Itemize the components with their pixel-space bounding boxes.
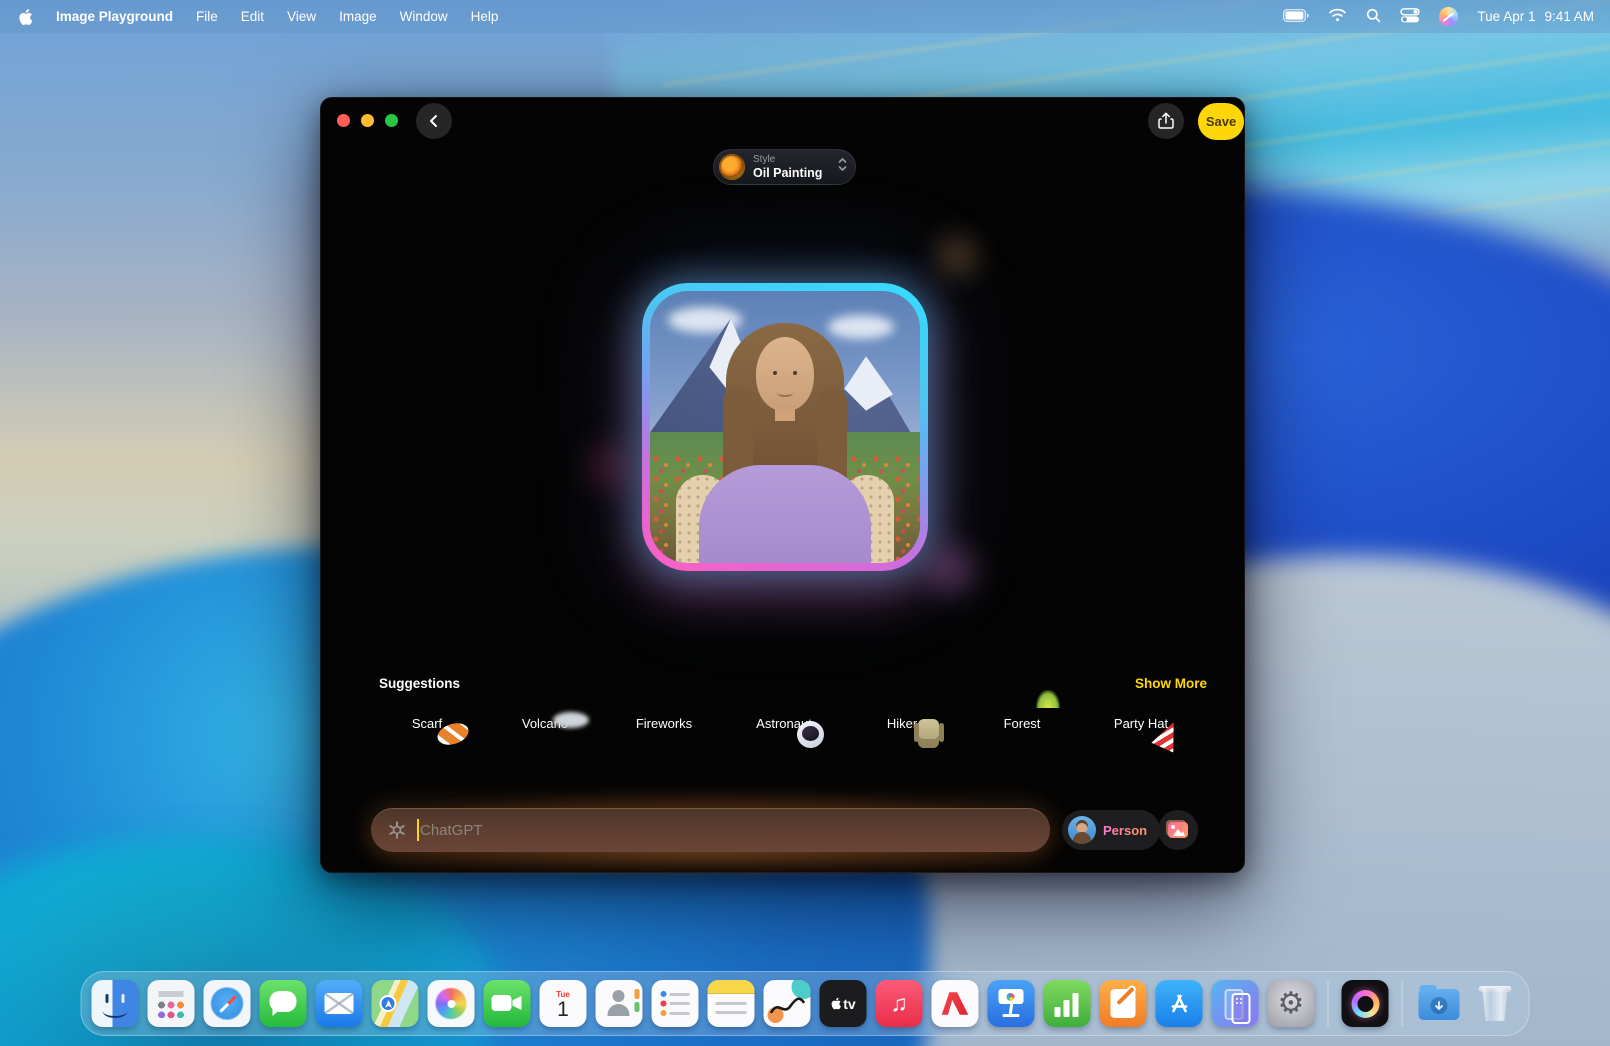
dock-downloads-icon[interactable] bbox=[1416, 980, 1463, 1027]
dock-trash-icon[interactable] bbox=[1472, 980, 1519, 1027]
generated-image-frame bbox=[642, 283, 928, 571]
dock-launchpad-icon[interactable] bbox=[148, 980, 195, 1027]
share-icon bbox=[1158, 112, 1174, 130]
woman-face bbox=[756, 337, 814, 411]
style-picker-label: Style bbox=[753, 154, 830, 166]
menu-app-name[interactable]: Image Playground bbox=[56, 9, 173, 24]
dock-photos-icon[interactable] bbox=[428, 980, 475, 1027]
menu-help[interactable]: Help bbox=[471, 9, 499, 24]
suggestion-scarf[interactable]: Scarf bbox=[377, 708, 477, 731]
photo-picker-button[interactable] bbox=[1158, 810, 1198, 850]
menu-clock[interactable]: Tue Apr 1 9:41 AM bbox=[1477, 9, 1594, 24]
dock-iphone-mirroring-icon[interactable] bbox=[1212, 980, 1259, 1027]
suggestion-astronaut[interactable]: Astronaut bbox=[734, 708, 834, 731]
search-icon[interactable] bbox=[1366, 8, 1381, 26]
menu-view[interactable]: View bbox=[287, 9, 316, 24]
menu-edit[interactable]: Edit bbox=[241, 9, 264, 24]
dock-finder-icon[interactable] bbox=[92, 980, 139, 1027]
suggestion-hiker[interactable]: Hiker bbox=[852, 708, 952, 731]
suggestion-party-hat[interactable]: Party Hat bbox=[1091, 708, 1191, 731]
dock-app-store-icon[interactable] bbox=[1156, 980, 1203, 1027]
dock-safari-icon[interactable] bbox=[204, 980, 251, 1027]
back-button[interactable] bbox=[416, 103, 452, 139]
window-close-button[interactable] bbox=[337, 114, 350, 127]
chatgpt-icon bbox=[387, 820, 407, 840]
dock-divider bbox=[1402, 981, 1403, 1027]
suggestion-forest[interactable]: Forest bbox=[972, 708, 1072, 731]
suggestion-fireworks[interactable]: Fireworks bbox=[614, 708, 714, 731]
dock-facetime-icon[interactable] bbox=[484, 980, 531, 1027]
dock-notes-icon[interactable] bbox=[708, 980, 755, 1027]
cloud bbox=[828, 315, 894, 339]
download-arrow-icon bbox=[1434, 1000, 1445, 1012]
dock-system-settings-icon[interactable]: ⚙ bbox=[1268, 980, 1315, 1027]
prompt-field[interactable] bbox=[371, 808, 1050, 852]
person-chip-label: Person bbox=[1103, 823, 1147, 838]
gear-icon: ⚙ bbox=[1278, 989, 1305, 1019]
canvas-sparkle bbox=[936, 235, 978, 277]
dock-mail-icon[interactable] bbox=[316, 980, 363, 1027]
share-button[interactable] bbox=[1148, 103, 1184, 139]
dock-image-playground-icon[interactable] bbox=[1342, 980, 1389, 1027]
wifi-icon[interactable] bbox=[1328, 8, 1347, 25]
canvas-sparkle bbox=[588, 443, 634, 489]
clock-time: 9:41 AM bbox=[1544, 9, 1594, 24]
dock: Tue 1 tv ♫ ⚙ bbox=[81, 971, 1530, 1036]
purple-sweater bbox=[699, 465, 871, 563]
dock-messages-icon[interactable] bbox=[260, 980, 307, 1027]
dock-tv-icon[interactable]: tv bbox=[820, 980, 867, 1027]
menu-bar: Image Playground File Edit View Image Wi… bbox=[0, 0, 1610, 33]
save-button[interactable]: Save bbox=[1198, 103, 1244, 140]
menu-image[interactable]: Image bbox=[339, 9, 377, 24]
person-avatar bbox=[1068, 816, 1096, 844]
photos-icon bbox=[1168, 822, 1188, 838]
battery-icon[interactable] bbox=[1283, 9, 1309, 25]
window-minimize-button[interactable] bbox=[361, 114, 374, 127]
dock-divider bbox=[1328, 981, 1329, 1027]
menu-file[interactable]: File bbox=[196, 9, 218, 24]
chevron-up-down-icon bbox=[838, 157, 847, 177]
dock-music-icon[interactable]: ♫ bbox=[876, 980, 923, 1027]
dock-maps-icon[interactable] bbox=[372, 980, 419, 1027]
canvas-sparkle bbox=[928, 547, 974, 593]
dock-freeform-icon[interactable] bbox=[764, 980, 811, 1027]
dock-keynote-icon[interactable] bbox=[988, 980, 1035, 1027]
menu-window[interactable]: Window bbox=[400, 9, 448, 24]
style-picker[interactable]: Style Oil Painting bbox=[713, 149, 856, 185]
desktop: Image Playground File Edit View Image Wi… bbox=[0, 0, 1610, 1046]
dock-contacts-icon[interactable] bbox=[596, 980, 643, 1027]
dock-calendar-icon[interactable]: Tue 1 bbox=[540, 980, 587, 1027]
apple-menu-icon[interactable] bbox=[18, 8, 33, 26]
control-center-icon[interactable] bbox=[1400, 8, 1420, 26]
generated-image[interactable] bbox=[650, 291, 920, 563]
suggestion-volcano[interactable]: Volcano bbox=[495, 708, 595, 731]
image-playground-status-icon[interactable] bbox=[1439, 7, 1458, 26]
show-more-button[interactable]: Show More bbox=[1135, 676, 1207, 691]
calendar-day: 1 bbox=[557, 999, 569, 1020]
apple-logo bbox=[830, 997, 841, 1010]
dock-pages-icon[interactable] bbox=[1100, 980, 1147, 1027]
style-picker-value: Oil Painting bbox=[753, 166, 830, 180]
dock-news-icon[interactable] bbox=[932, 980, 979, 1027]
window-zoom-button[interactable] bbox=[385, 114, 398, 127]
text-caret bbox=[417, 819, 419, 841]
dock-numbers-icon[interactable] bbox=[1044, 980, 1091, 1027]
prompt-input[interactable] bbox=[420, 822, 1034, 839]
clock-date: Tue Apr 1 bbox=[1477, 9, 1535, 24]
dock-reminders-icon[interactable] bbox=[652, 980, 699, 1027]
chevron-left-icon bbox=[427, 114, 441, 128]
suggestions-title: Suggestions bbox=[379, 676, 460, 691]
image-playground-window: Save Style Oil Painting bbox=[320, 97, 1245, 873]
style-thumbnail-icon bbox=[719, 154, 745, 180]
person-chip[interactable]: Person bbox=[1062, 810, 1160, 850]
